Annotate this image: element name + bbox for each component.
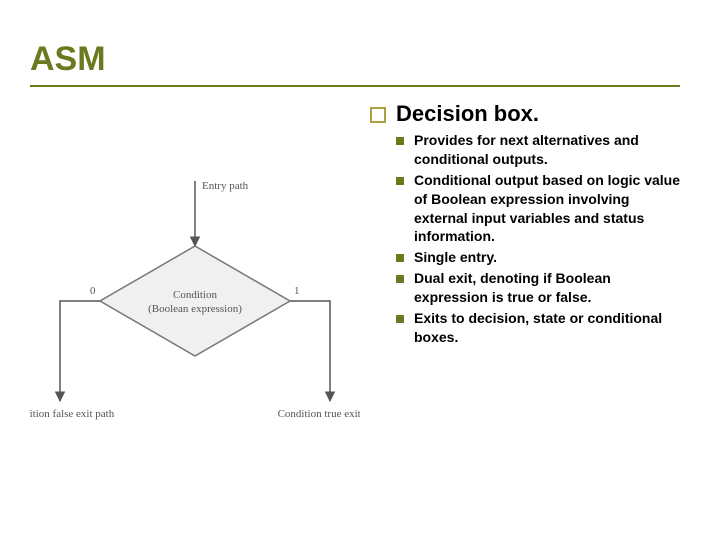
list-item: Provides for next alternatives and condi… [396,131,680,169]
list-item: Single entry. [396,248,680,267]
title-rule [30,85,680,87]
list-item: Exits to decision, state or conditional … [396,309,680,347]
list-item-text: Dual exit, denoting if Boolean expressio… [414,269,680,307]
slide-title: ASM [30,40,680,79]
left-branch-label: 0 [90,285,96,297]
right-branch-label: 1 [294,285,300,297]
bullet-list: Provides for next alternatives and condi… [396,131,680,347]
bullet-icon [396,137,404,145]
heading-row: Decision box. [370,101,680,127]
bullet-icon [396,177,404,185]
list-item-text: Single entry. [414,248,497,267]
list-item-text: Exits to decision, state or conditional … [414,309,680,347]
decision-diagram: Entry path Condition (Boolean expression… [30,151,360,451]
heading-bullet-icon [370,107,386,123]
list-item-text: Conditional output based on logic value … [414,171,680,247]
entry-label: Entry path [202,180,249,192]
right-exit-label: Condition true exit path [278,408,360,420]
bullet-icon [396,275,404,283]
diamond-icon [100,246,290,356]
decision-diagram-svg: Entry path Condition (Boolean expression… [30,151,360,451]
text-content: Decision box. Provides for next alternat… [370,101,680,349]
bullet-icon [396,315,404,323]
condition-label-1: Condition [173,289,218,301]
list-item: Dual exit, denoting if Boolean expressio… [396,269,680,307]
slide: ASM Entry path Condition (Boolean expres… [0,0,720,540]
bullet-icon [396,254,404,262]
slide-body: Entry path Condition (Boolean expression… [30,101,680,451]
condition-label-2: (Boolean expression) [148,303,242,315]
list-item-text: Provides for next alternatives and condi… [414,131,680,169]
left-exit-label: Condition false exit path [30,408,115,420]
list-item: Conditional output based on logic value … [396,171,680,247]
heading-text: Decision box. [396,101,539,127]
